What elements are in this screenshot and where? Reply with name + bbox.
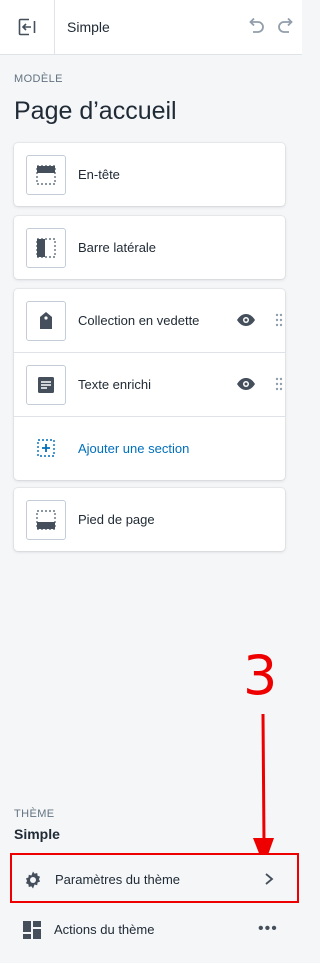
- theme-name: Simple: [67, 19, 110, 35]
- theme-label: THÈME: [14, 808, 55, 820]
- more-actions-button[interactable]: •••: [258, 920, 278, 938]
- theme-actions-label: Actions du thème: [54, 922, 155, 937]
- section-label: Barre latérale: [78, 240, 157, 255]
- exit-button[interactable]: [0, 0, 55, 54]
- section-row-footer[interactable]: Pied de page: [14, 488, 285, 551]
- section-label: Texte enrichi: [78, 377, 151, 392]
- footer-section-card: Pied de page: [14, 488, 285, 551]
- add-section-icon: [37, 439, 55, 457]
- template-label: MODÈLE: [14, 73, 63, 85]
- section-label: En-tête: [78, 167, 120, 182]
- text-block-icon: [26, 365, 66, 405]
- sidebar-layout-icon: [26, 228, 66, 268]
- annotation-arrow: [253, 713, 274, 866]
- theme-actions-icon: [23, 921, 41, 939]
- exit-icon: [18, 18, 36, 36]
- eye-icon[interactable]: [236, 377, 256, 391]
- eye-icon[interactable]: [236, 313, 256, 327]
- page-title: Page d’accueil: [14, 97, 177, 125]
- theme-title: Simple: [14, 826, 60, 842]
- chevron-right-icon: [265, 873, 274, 885]
- gear-icon: [25, 871, 41, 889]
- annotation-step-number: 3: [243, 644, 278, 707]
- footer-layout-icon: [26, 500, 66, 540]
- undo-icon[interactable]: [244, 16, 266, 38]
- section-row-rich-text[interactable]: Texte enrichi: [14, 352, 285, 416]
- redo-icon[interactable]: [276, 16, 298, 38]
- theme-settings-button[interactable]: Paramètres du thème: [10, 853, 299, 903]
- section-row-sidebar[interactable]: Barre latérale: [14, 216, 285, 279]
- drag-handle-icon[interactable]: [274, 313, 284, 327]
- theme-actions-row[interactable]: Actions du thème •••: [0, 910, 302, 950]
- section-row-featured-collection[interactable]: Collection en vedette: [14, 289, 285, 352]
- content-sections-card: Collection en vedette Texte enrichi Ajou…: [14, 289, 285, 480]
- sidebar-section-card: Barre latérale: [14, 216, 285, 279]
- top-bar: Simple: [0, 0, 302, 55]
- add-section-label: Ajouter une section: [78, 441, 190, 456]
- drag-handle-icon[interactable]: [274, 377, 284, 391]
- header-layout-icon: [26, 155, 66, 195]
- section-row-header[interactable]: En-tête: [14, 143, 285, 206]
- add-section-button[interactable]: Ajouter une section: [14, 416, 285, 480]
- tag-icon: [26, 301, 66, 341]
- header-section-card: En-tête: [14, 143, 285, 206]
- section-label: Collection en vedette: [78, 313, 200, 328]
- theme-settings-label: Paramètres du thème: [55, 872, 181, 887]
- section-label: Pied de page: [78, 512, 155, 527]
